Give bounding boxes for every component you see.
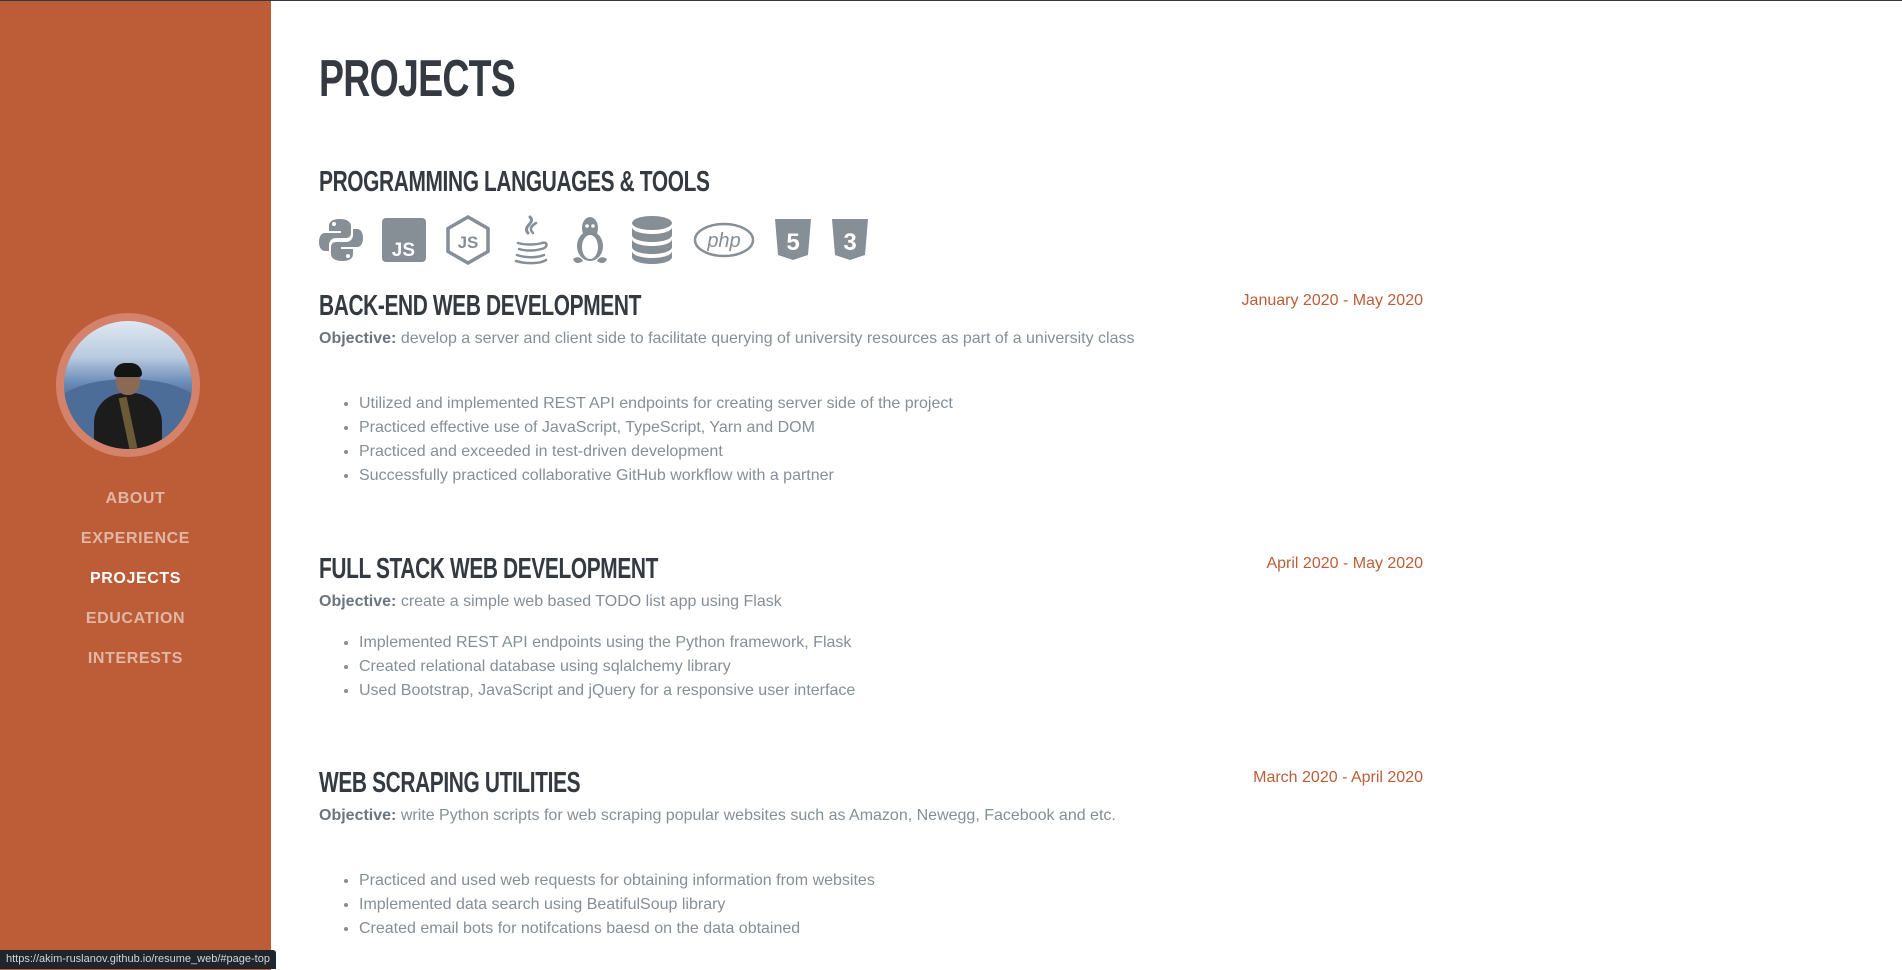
list-item: Successfully practiced collaborative Git… — [359, 464, 953, 488]
avatar[interactable] — [56, 313, 200, 457]
skill-icons: JS JS php 5 3 — [319, 215, 888, 265]
objective-text: develop a server and client side to faci… — [400, 330, 1135, 347]
project-title: BACK-END WEB DEVELOPMENT — [319, 290, 641, 322]
list-item: Practiced and used web requests for obta… — [359, 869, 875, 893]
list-item: Created relational database using sqlalc… — [359, 655, 855, 679]
objective-label: Objective: — [319, 807, 397, 824]
svg-text:JS: JS — [458, 233, 479, 252]
nav-item-interests[interactable]: INTERESTS — [0, 639, 271, 679]
php-icon: php — [693, 222, 755, 258]
svg-text:JS: JS — [392, 240, 415, 261]
list-item: Implemented data search using BeatifulSo… — [359, 893, 875, 917]
project-date: April 2020 - May 2020 — [1266, 555, 1423, 572]
project-objective: Objective: create a simple web based TOD… — [319, 590, 1139, 614]
svg-text:3: 3 — [843, 229, 856, 256]
linux-icon — [569, 215, 611, 265]
skills-title: PROGRAMMING LANGUAGES & TOOLS — [319, 166, 710, 198]
objective-text: write Python scripts for web scraping po… — [400, 807, 1116, 824]
project-title: WEB SCRAPING UTILITIES — [319, 767, 581, 799]
svg-text:php: php — [706, 230, 740, 252]
project-date: March 2020 - April 2020 — [1253, 769, 1423, 786]
objective-text: create a simple web based TODO list app … — [400, 593, 782, 610]
nav-item-education[interactable]: EDUCATION — [0, 599, 271, 639]
nav-item-about[interactable]: ABOUT — [0, 479, 271, 519]
sidebar-nav: ABOUT EXPERIENCE PROJECTS EDUCATION INTE… — [0, 479, 271, 679]
status-bar-url: https://akim-ruslanov.github.io/resume_w… — [0, 950, 276, 969]
list-item: Utilized and implemented REST API endpoi… — [359, 392, 953, 416]
list-item: Practiced effective use of JavaScript, T… — [359, 416, 953, 440]
objective-label: Objective: — [319, 593, 397, 610]
project-bullets: Utilized and implemented REST API endpoi… — [319, 392, 953, 488]
java-icon — [510, 215, 550, 265]
profile-photo — [64, 321, 192, 449]
list-item: Used Bootstrap, JavaScript and jQuery fo… — [359, 679, 855, 703]
sidebar: ABOUT EXPERIENCE PROJECTS EDUCATION INTE… — [0, 1, 271, 970]
project-bullets: Implemented REST API endpoints using the… — [319, 631, 855, 703]
database-icon — [630, 215, 674, 265]
nav-item-projects[interactable]: PROJECTS — [0, 559, 271, 599]
project-item: FULL STACK WEB DEVELOPMENT April 2020 - … — [319, 553, 1423, 713]
list-item: Implemented REST API endpoints using the… — [359, 631, 855, 655]
svg-text:5: 5 — [786, 229, 799, 256]
python-icon — [319, 217, 363, 263]
project-item: BACK-END WEB DEVELOPMENT January 2020 - … — [319, 290, 1423, 490]
project-item: WEB SCRAPING UTILITIES March 2020 - Apri… — [319, 767, 1423, 947]
css3-icon: 3 — [831, 218, 869, 262]
list-item: Practiced and exceeded in test-driven de… — [359, 440, 953, 464]
nav-item-experience[interactable]: EXPERIENCE — [0, 519, 271, 559]
project-bullets: Practiced and used web requests for obta… — [319, 869, 875, 941]
js-square-icon: JS — [382, 218, 426, 262]
html5-icon: 5 — [774, 218, 812, 262]
list-item: Created email bots for notifcations baes… — [359, 917, 875, 941]
project-objective: Objective: develop a server and client s… — [319, 327, 1139, 351]
objective-label: Objective: — [319, 330, 397, 347]
page-title: PROJECTS — [319, 50, 516, 108]
project-date: January 2020 - May 2020 — [1241, 292, 1423, 309]
nodejs-icon: JS — [445, 215, 491, 265]
project-title: FULL STACK WEB DEVELOPMENT — [319, 553, 659, 585]
project-objective: Objective: write Python scripts for web … — [319, 804, 1139, 828]
